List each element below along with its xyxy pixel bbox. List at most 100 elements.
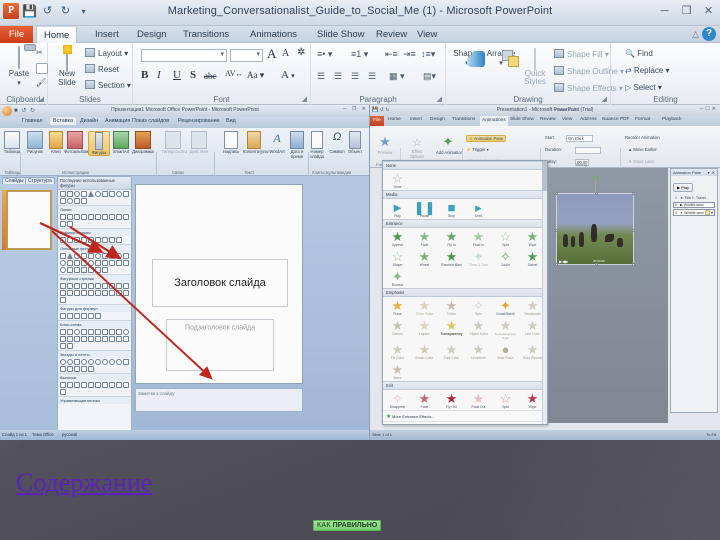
s2-row-exit-1[interactable]: ✧ Disappear ★ Fade ★ Fly Out ★ Float Out ☆ Sp… — [383, 390, 547, 410]
s2-effect-stop[interactable]: ■ Stop — [438, 201, 465, 218]
s1-btn-object[interactable]: Объект — [344, 131, 366, 154]
s2-effect-random-bars[interactable]: ★ Random Bars — [438, 250, 465, 267]
s1-tab-strip[interactable]: Главная Вставка Дизайн Анимация Показ сл… — [0, 117, 369, 128]
s2-tab-review[interactable]: Review — [540, 117, 556, 122]
embedded-screenshot-powerpoint-2007[interactable]: ■ ↺ ↻ Презентация1 Microsoft Office Powe… — [0, 105, 370, 440]
s2-animation-pane-button[interactable]: ☰ Animation Pane — [466, 135, 507, 142]
s2-row-entrance-1[interactable]: ★ Appear ★ Fade ★ Fly In ★ Float In ☆ Split ★… — [383, 228, 547, 248]
reset-button[interactable]: Reset — [85, 64, 119, 74]
copy-icon[interactable] — [36, 63, 48, 76]
s2-effect-float-in[interactable]: ★ Float In — [465, 230, 492, 247]
s2-trigger-button[interactable]: ⚡ Trigger ▾ — [466, 147, 489, 153]
s2-tab-animations[interactable]: Animations — [480, 116, 508, 126]
tab-home[interactable]: Home — [36, 26, 78, 43]
clipboard-dialog-launcher[interactable]: ◢ — [39, 95, 44, 103]
s2-play-button[interactable]: ▶ Play — [673, 183, 693, 192]
s2-effect-split[interactable]: ☆ Split — [492, 230, 519, 247]
s1-title-placeholder[interactable]: Заголовок слайда — [152, 259, 288, 307]
s2-effect-fill-color[interactable]: ★ Fill Color — [384, 343, 411, 360]
s1-btn-chart[interactable]: Диаграмма — [132, 131, 154, 154]
format-painter-icon[interactable]: 🖌 — [36, 78, 46, 87]
s1-tab-insert[interactable]: Вставка — [50, 117, 77, 125]
section-button[interactable]: Section ▾ — [85, 80, 131, 90]
s1-tab-outline[interactable]: Структура — [25, 177, 55, 184]
s2-effect-disappear[interactable]: ✧ Disappear — [384, 392, 411, 409]
s2-row-emphasis-4[interactable]: ★ Wave — [383, 361, 547, 381]
s2-effect-zoom[interactable]: ✧ Zoom — [492, 250, 519, 267]
s2-effect-play[interactable]: ► Play — [384, 201, 411, 218]
collapse-ribbon-icon[interactable]: △ — [692, 29, 699, 40]
arrange-button[interactable]: Arrange ▾ — [485, 49, 519, 67]
s1-shapes-basic[interactable] — [58, 252, 131, 274]
paragraph-dialog-launcher[interactable]: ◢ — [437, 95, 442, 103]
s2-animation-item-1[interactable]: 1 ★ Title 1: Travel... — [673, 195, 715, 201]
s2-animation-pane[interactable]: Animation Pane ✕ ▾ ▶ Play 1 ★ Title 1: T… — [670, 168, 718, 413]
s2-effect-grow-shrink[interactable]: ✦ Grow/Shrink — [492, 299, 519, 316]
s2-tab-insert[interactable]: Insert — [410, 117, 422, 122]
bold-button[interactable]: B — [141, 69, 148, 81]
animation-pane-pin-icon[interactable]: ▾ — [708, 170, 710, 175]
increase-indent-icon[interactable]: ⇥≡ — [403, 49, 416, 60]
s1-tab-review[interactable]: Рецензирование — [178, 118, 220, 124]
numbering-icon[interactable]: ≡1 ▾ — [351, 49, 368, 60]
media-play-icon[interactable]: ▶◀▶ — [559, 259, 568, 264]
s2-effect-options-button[interactable]: ☆ Effect Options — [406, 136, 428, 159]
strikethrough-button[interactable]: abc — [204, 71, 217, 81]
bullets-icon[interactable]: ≡• ▾ — [317, 49, 332, 60]
decrease-indent-icon[interactable]: ⇤≡ — [385, 49, 398, 60]
s1-tab-animation[interactable]: Анимация — [105, 118, 130, 124]
restore-button[interactable]: ❐ — [679, 4, 694, 19]
s2-quick-access[interactable]: 💾 ↺ ↻ — [372, 107, 389, 113]
s1-shapes-rectangles[interactable] — [58, 236, 131, 244]
quick-styles-button[interactable]: Quick Styles — [519, 48, 551, 86]
s2-effect-float-out[interactable]: ★ Float Out — [465, 392, 492, 409]
shrink-font-button[interactable]: A — [282, 48, 289, 59]
s2-effect-grow-turn[interactable]: ✦ Grow & Turn — [465, 250, 492, 267]
replace-button[interactable]: ⇄ Replace ▾ — [625, 66, 670, 75]
s1-tab-home[interactable]: Главная — [22, 118, 43, 124]
s2-tab-view[interactable]: View — [562, 117, 572, 122]
s1-btn-headerfooter[interactable]: Колонтитулы — [243, 131, 269, 154]
change-case-button[interactable]: Aa ▾ — [247, 70, 264, 81]
justify-icon[interactable]: ☰ — [368, 71, 376, 82]
font-name-input[interactable] — [141, 49, 227, 62]
character-spacing-button[interactable]: AV↔ — [225, 69, 243, 78]
s2-row-emphasis-1[interactable]: ★ Pulse ★ Color Pulse ★ Teeter ✧ Spin ✦ Grow/… — [383, 297, 547, 317]
s2-row-entrance-3[interactable]: ✦ Bounce — [383, 268, 547, 288]
s2-effect-underline[interactable]: ★ Underline — [465, 343, 492, 360]
embedded-screenshot-powerpoint-2010[interactable]: Presentation1 - Microsoft PowerPoint (Tr… — [370, 105, 720, 440]
s2-tab-file[interactable]: File — [370, 116, 384, 126]
s2-effect-color-pulse[interactable]: ★ Color Pulse — [411, 299, 438, 316]
text-shadow-button[interactable]: S — [190, 69, 196, 81]
s2-effect-brush-color[interactable]: ★ Brush Color — [411, 343, 438, 360]
select-button[interactable]: ▷ Select ▾ — [625, 83, 662, 92]
s2-effect-teeter[interactable]: ★ Teeter — [438, 299, 465, 316]
shape-fill-button[interactable]: Shape Fill ▾ — [554, 49, 609, 59]
s2-effect-fade[interactable]: ★ Fade — [411, 230, 438, 247]
s2-tab-strip[interactable]: File Home Insert Design Transitions Anim… — [370, 116, 720, 126]
s2-gallery-scrollbar[interactable] — [542, 161, 547, 424]
s1-window-controls[interactable]: ─ ❐ ✕ — [343, 106, 368, 112]
s2-effect-pulse[interactable]: ★ Pulse — [384, 299, 411, 316]
s2-effect-complementary-color[interactable]: ★ Complementary Color — [492, 319, 519, 340]
s1-shapes-callouts[interactable] — [58, 381, 131, 396]
s1-slide-stage[interactable]: Заголовок слайда Подзаголовок слайда Зам… — [132, 176, 369, 440]
s1-tab-view[interactable]: Вид — [226, 118, 236, 124]
s1-recent-shapes-row[interactable] — [58, 190, 131, 205]
s2-more-entrance-effects[interactable]: ★More Entrance Effects... — [383, 410, 547, 421]
s1-btn-datetime[interactable]: Дата и время — [286, 131, 308, 159]
align-right-icon[interactable]: ☰ — [351, 71, 359, 82]
s2-picture-birds[interactable]: 00:00.00 ▶◀▶ — [555, 176, 635, 266]
s2-effect-pause[interactable]: ❚❚ Pause — [411, 201, 438, 218]
s2-tab-home[interactable]: Home — [388, 117, 401, 122]
slide-canvas[interactable]: ■ ↺ ↻ Презентация1 Microsoft Office Powe… — [0, 105, 720, 540]
grow-font-button[interactable]: A — [267, 46, 276, 62]
animation-pane-close-icon[interactable]: ✕ — [712, 170, 715, 175]
s2-duration-input[interactable] — [575, 147, 601, 154]
s2-effect-bold-flash[interactable]: ● Bold Flash — [492, 343, 519, 360]
s2-effect-fly-in[interactable]: ★ Fly In — [438, 230, 465, 247]
tab-file[interactable]: File — [0, 26, 33, 43]
s2-effect-split-out[interactable]: ☆ Split — [492, 392, 519, 409]
shapes-button[interactable]: Shapes ▾ — [451, 49, 485, 67]
s1-shapes-lines[interactable] — [58, 213, 131, 228]
